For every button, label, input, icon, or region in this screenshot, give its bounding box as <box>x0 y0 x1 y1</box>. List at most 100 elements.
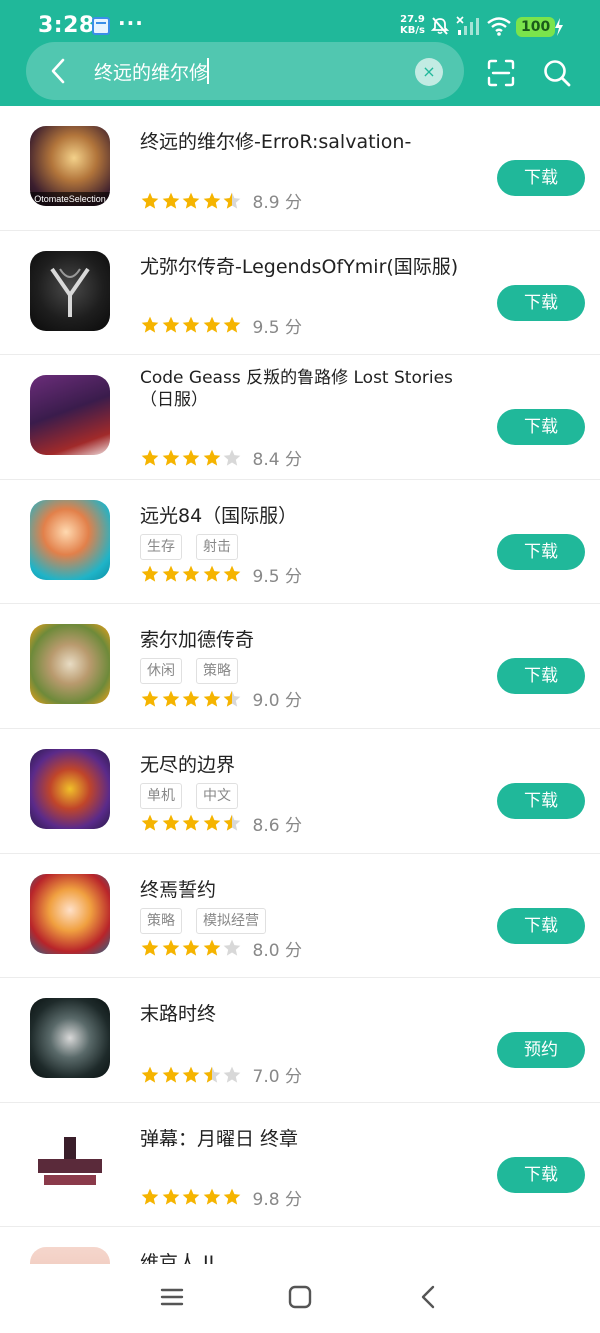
recent-apps-button[interactable] <box>157 1282 187 1312</box>
star-full-icon <box>141 1066 159 1083</box>
star-full-icon <box>182 939 200 956</box>
star-full-icon <box>182 1066 200 1083</box>
rating: 8.9 分 <box>140 188 302 213</box>
star-half-icon <box>223 192 241 209</box>
download-button[interactable]: 下载 <box>497 160 585 196</box>
list-item[interactable]: 弹幕：月曜日 终章 9.8 分 下载 <box>0 1103 600 1228</box>
rating: 7.0 分 <box>140 1062 302 1087</box>
clear-search-button[interactable]: × <box>415 58 443 86</box>
download-button[interactable]: 下载 <box>497 409 585 446</box>
back-button[interactable] <box>40 52 76 90</box>
scan-button[interactable] <box>486 58 516 88</box>
star-full-icon <box>162 565 179 582</box>
rating-score: 8.9 分 <box>252 193 302 213</box>
tag[interactable]: 策略 <box>196 658 238 685</box>
tag[interactable]: 中文 <box>196 782 238 809</box>
tag[interactable]: 模拟经营 <box>196 907 266 934</box>
download-button[interactable]: 下载 <box>497 284 585 321</box>
list-item[interactable]: 索尔加德传奇 休闲 策略 9.0 分 下载 <box>0 604 600 729</box>
star-full-icon <box>162 690 179 707</box>
star-full-icon <box>203 449 220 466</box>
rating-score: 9.0 分 <box>252 691 302 712</box>
system-navigation-bar <box>0 1264 600 1333</box>
home-button[interactable] <box>285 1282 315 1312</box>
menu-icon <box>160 1288 184 1306</box>
download-button[interactable]: 下载 <box>497 782 585 819</box>
app-title[interactable]: 终远的维尔修-ErroR:salvation- <box>140 130 480 154</box>
app-icon <box>30 1122 110 1203</box>
square-icon <box>288 1285 312 1309</box>
more-notifications-icon: ··· <box>118 11 144 35</box>
app-icon <box>30 499 110 580</box>
star-full-icon <box>223 565 241 582</box>
tag[interactable]: 生存 <box>140 533 182 560</box>
list-item[interactable]: Code Geass 反叛的鲁路修 Lost Stories（日服） 8.4 分… <box>0 355 600 480</box>
star-full-icon <box>141 939 159 956</box>
app-icon <box>30 375 110 456</box>
search-icon <box>544 60 571 87</box>
reserve-button[interactable]: 预约 <box>497 1032 585 1069</box>
app-title[interactable]: 索尔加德传奇 <box>140 628 480 652</box>
status-time: 3:28 <box>38 13 95 38</box>
download-button[interactable]: 下载 <box>497 533 585 570</box>
list-item[interactable]: 末路时终 7.0 分 预约 <box>0 978 600 1103</box>
app-title[interactable]: Code Geass 反叛的鲁路修 Lost Stories（日服） <box>140 367 480 411</box>
rating-score: 8.4 分 <box>252 450 302 471</box>
star-empty-icon <box>223 939 241 956</box>
system-back-button[interactable] <box>413 1282 443 1312</box>
list-item[interactable]: 尤弥尔传奇-LegendsOfYmir(国际服) 9.5 分 下载 <box>0 231 600 356</box>
rating: 9.8 分 <box>140 1185 302 1210</box>
app-icon <box>30 873 110 954</box>
rating: 9.0 分 <box>140 686 302 711</box>
scan-icon <box>487 59 515 87</box>
tag[interactable]: 策略 <box>140 907 182 934</box>
app-title[interactable]: 尤弥尔传奇-LegendsOfYmir(国际服) <box>140 255 480 279</box>
finale-logo-icon <box>38 1136 102 1185</box>
star-full-icon <box>182 690 200 707</box>
star-full-icon <box>182 1188 200 1205</box>
star-full-icon <box>141 316 159 333</box>
list-item[interactable]: 终焉誓约 策略 模拟经营 8.0 分 下载 <box>0 854 600 979</box>
app-title[interactable]: 弹幕：月曜日 终章 <box>140 1127 480 1151</box>
search-button[interactable] <box>542 58 572 88</box>
rating-score: 7.0 分 <box>252 1067 302 1088</box>
download-button[interactable]: 下载 <box>497 907 585 944</box>
rating: 9.5 分 <box>140 562 302 587</box>
battery-level: 100 <box>516 17 556 37</box>
tag-list: 生存 射击 <box>140 533 238 560</box>
tag-list: 单机 中文 <box>140 782 238 809</box>
rating: 8.0 分 <box>140 936 302 961</box>
download-button[interactable]: 下载 <box>497 658 585 695</box>
tag[interactable]: 休闲 <box>140 658 182 685</box>
star-full-icon <box>182 815 200 832</box>
list-item[interactable]: OtomateSelection 终远的维尔修-ErroR:salvation-… <box>0 106 600 231</box>
tag[interactable]: 射击 <box>196 533 238 560</box>
network-speed-value: 27.9 <box>400 14 425 25</box>
star-empty-icon <box>223 1066 241 1083</box>
app-title[interactable]: 远光84（国际服） <box>140 504 480 528</box>
rating: 8.6 分 <box>140 811 302 836</box>
star-full-icon <box>203 815 220 832</box>
signal-icon <box>456 16 479 35</box>
wifi-icon <box>487 17 511 36</box>
app-title[interactable]: 末路时终 <box>140 1002 480 1026</box>
download-button[interactable]: 下载 <box>497 1156 585 1193</box>
star-full-icon <box>203 565 220 582</box>
star-full-icon <box>162 1066 179 1083</box>
tag[interactable]: 单机 <box>140 782 182 809</box>
star-full-icon <box>182 565 200 582</box>
list-item[interactable]: 远光84（国际服） 生存 射击 9.5 分 下载 <box>0 480 600 605</box>
charging-icon <box>555 18 563 36</box>
search-input[interactable] <box>94 56 394 86</box>
app-title[interactable]: 无尽的边界 <box>140 753 480 777</box>
star-full-icon <box>141 1188 159 1205</box>
list-item[interactable]: 无尽的边界 单机 中文 8.6 分 下载 <box>0 729 600 854</box>
app-icon <box>30 250 110 331</box>
star-full-icon <box>162 192 179 209</box>
rating-score: 8.6 分 <box>252 815 302 836</box>
rating-score: 9.5 分 <box>252 566 302 587</box>
search-results-list: OtomateSelection 终远的维尔修-ErroR:salvation-… <box>0 106 600 1333</box>
app-title[interactable]: 终焉誓约 <box>140 878 480 902</box>
network-speed-unit: KB/s <box>400 25 425 36</box>
star-full-icon <box>203 316 220 333</box>
